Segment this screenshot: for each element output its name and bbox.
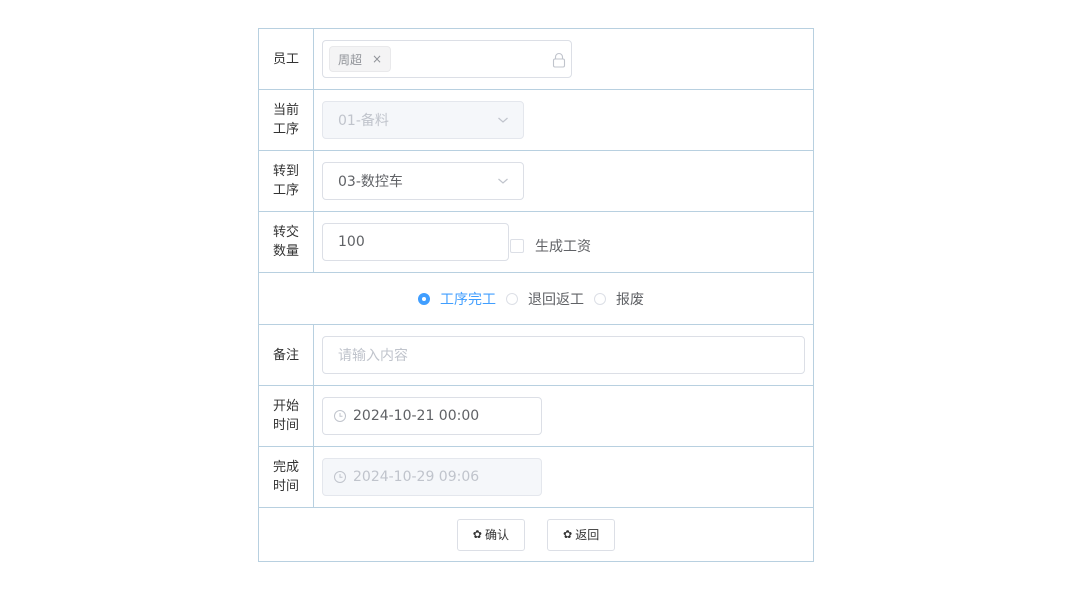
lock-icon (552, 52, 566, 68)
chevron-down-icon (498, 178, 508, 184)
finish-time-picker: 2024-10-29 09:06 (322, 458, 542, 496)
back-button[interactable]: ✿ 返回 (547, 518, 616, 551)
to-step-row: 转到工序 03-数控车 (259, 151, 813, 212)
employee-label-cell: 员工 (259, 29, 314, 89)
start-time-row: 开始时间 2024-10-21 00:00 (259, 386, 813, 447)
current-step-label: 当前工序 (272, 103, 299, 137)
radio-scrap[interactable]: 报废 (594, 289, 644, 309)
quantity-input[interactable]: 100 (322, 223, 509, 261)
radio-label: 工序完工 (440, 291, 496, 308)
radio-step-complete[interactable]: 工序完工 (418, 289, 496, 309)
current-step-value: 01-备料 (338, 113, 389, 129)
employee-row: 员工 周超 × (259, 29, 813, 90)
gear-icon: ✿ (563, 528, 573, 541)
to-step-value: 03-数控车 (338, 174, 403, 190)
radio-dot[interactable] (506, 292, 518, 305)
radio-dot[interactable] (418, 292, 430, 305)
remark-input[interactable]: 请输入内容 (322, 336, 805, 374)
finish-time-row: 完成时间 2024-10-29 09:06 (259, 447, 813, 508)
radio-return-rework[interactable]: 退回返工 (506, 289, 584, 309)
transfer-form: 员工 周超 × 当前工序 01-备料 转到工序 03-数控车 转交数量 100 … (258, 28, 814, 562)
to-step-label: 转到工序 (272, 164, 299, 198)
clock-icon (334, 410, 346, 422)
status-row: 工序完工 退回返工 报废 (259, 273, 813, 325)
close-icon[interactable]: × (372, 52, 382, 66)
employee-label: 员工 (272, 51, 299, 67)
finish-time-label: 完成时间 (272, 460, 299, 494)
radio-label: 报废 (616, 291, 644, 308)
start-time-picker[interactable]: 2024-10-21 00:00 (322, 397, 542, 435)
quantity-value: 100 (338, 234, 365, 250)
to-step-select[interactable]: 03-数控车 (322, 162, 524, 200)
radio-dot[interactable] (594, 292, 606, 305)
start-time-label: 开始时间 (272, 399, 299, 433)
employee-select[interactable]: 周超 × (322, 40, 572, 78)
remark-placeholder: 请输入内容 (338, 348, 408, 364)
quantity-row: 转交数量 100 生成工资 (259, 212, 813, 273)
action-row: ✿ 确认 ✿ 返回 (259, 508, 813, 561)
radio-label: 退回返工 (528, 291, 584, 308)
generate-wage-option[interactable]: 生成工资 (510, 236, 591, 256)
gear-icon: ✿ (472, 528, 482, 541)
current-step-select: 01-备料 (322, 101, 524, 139)
start-time-value: 2024-10-21 00:00 (353, 408, 480, 424)
confirm-button[interactable]: ✿ 确认 (456, 518, 525, 551)
back-label: 返回 (575, 528, 600, 542)
remark-row: 备注 请输入内容 (259, 325, 813, 386)
generate-wage-label: 生成工资 (535, 239, 591, 255)
remark-label: 备注 (272, 347, 299, 363)
employee-tag-label: 周超 (338, 52, 363, 67)
clock-icon (334, 471, 346, 483)
employee-tag: 周超 × (329, 46, 392, 72)
chevron-down-icon (498, 117, 508, 123)
quantity-label: 转交数量 (272, 225, 299, 259)
current-step-row: 当前工序 01-备料 (259, 90, 813, 151)
confirm-label: 确认 (484, 528, 509, 542)
finish-time-value: 2024-10-29 09:06 (353, 469, 480, 485)
generate-wage-checkbox[interactable] (510, 239, 524, 253)
